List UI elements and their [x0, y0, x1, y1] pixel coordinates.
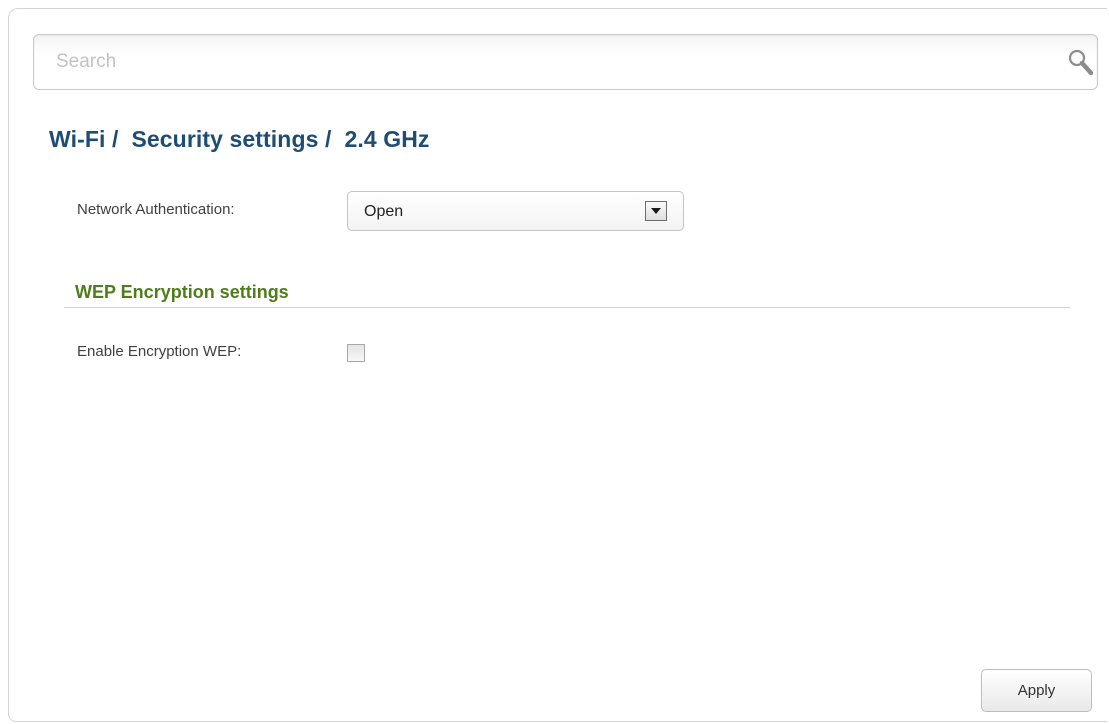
search-input[interactable] — [56, 48, 1016, 76]
apply-button[interactable]: Apply — [981, 669, 1092, 712]
chevron-down-icon[interactable] — [645, 201, 667, 221]
page-title: Wi-Fi / Security settings / 2.4 GHz — [49, 126, 430, 152]
content-panel — [8, 8, 1107, 722]
search-icon[interactable] — [1065, 47, 1097, 79]
enable-wep-label: Enable Encryption WEP: — [77, 343, 242, 360]
enable-wep-checkbox[interactable] — [347, 344, 365, 362]
section-divider — [64, 307, 1070, 308]
network-authentication-value: Open — [364, 203, 404, 220]
network-authentication-label: Network Authentication: — [77, 201, 235, 218]
wep-section-title: WEP Encryption settings — [75, 282, 289, 302]
network-authentication-select[interactable]: Open — [347, 191, 684, 231]
search-bar[interactable] — [33, 34, 1098, 90]
